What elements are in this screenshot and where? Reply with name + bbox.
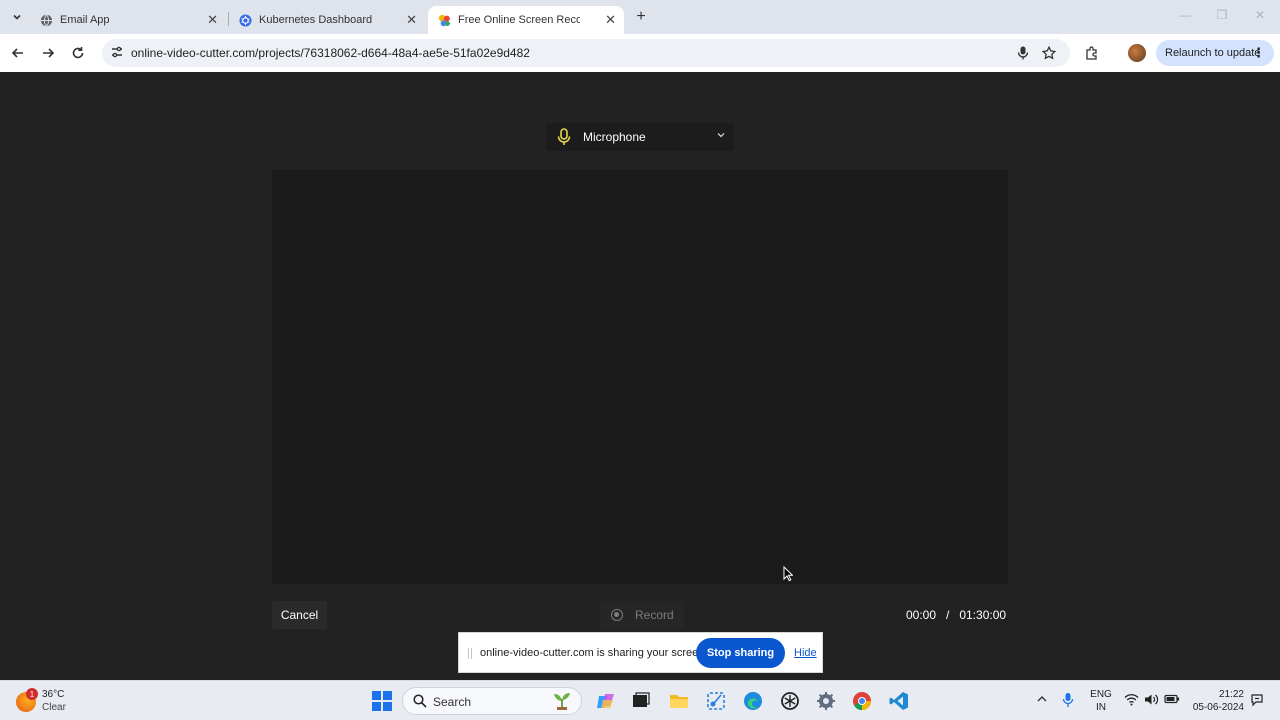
input-language[interactable]: ENG IN <box>1090 688 1112 714</box>
plant-icon <box>554 693 570 710</box>
windows-logo-icon <box>372 691 381 700</box>
timer-separator: / <box>946 608 950 622</box>
browser-toolbar: online-video-cutter.com/projects/7631806… <box>0 34 1280 72</box>
notification-bell-icon[interactable] <box>1250 693 1264 707</box>
mouse-cursor-icon <box>783 566 793 582</box>
recording-preview <box>272 170 1008 584</box>
tab-kubernetes-dashboard[interactable]: Kubernetes Dashboard ✕ <box>229 6 425 34</box>
battery-icon[interactable] <box>1164 693 1180 705</box>
hide-link[interactable]: Hide <box>794 647 817 659</box>
windows-taskbar: 1 36°C Clear Search ENG IN 21:22 05-06-2… <box>0 680 1280 720</box>
reload-button[interactable] <box>68 43 88 63</box>
kubernetes-icon <box>239 13 252 27</box>
close-icon[interactable]: ✕ <box>605 13 616 27</box>
windows-logo-icon <box>383 702 392 711</box>
star-icon <box>1042 46 1056 60</box>
snipping-tool-icon[interactable] <box>705 690 727 712</box>
microphone-tray-icon[interactable] <box>1062 692 1074 708</box>
notification-badge: 1 <box>26 688 38 700</box>
puzzle-icon <box>1086 46 1097 60</box>
microphone-icon <box>557 128 571 145</box>
stop-sharing-button[interactable]: Stop sharing <box>696 638 785 668</box>
bookmark-button[interactable] <box>1040 44 1058 62</box>
minimize-button[interactable]: — <box>1175 8 1195 22</box>
vscode-icon[interactable] <box>888 690 910 712</box>
arrow-left-icon <box>11 48 23 58</box>
recording-timer: 00:00 / 01:30:00 <box>906 608 1006 622</box>
windows-logo-icon <box>372 702 381 711</box>
record-icon <box>611 609 623 621</box>
record-button[interactable]: Record <box>600 601 684 629</box>
back-button[interactable] <box>8 43 28 63</box>
weather-widget[interactable]: 1 36°C Clear <box>16 686 76 716</box>
close-window-button[interactable]: ✕ <box>1250 8 1270 22</box>
tab-email-app[interactable]: Email App ✕ <box>30 6 226 34</box>
microphone-icon <box>1017 46 1029 60</box>
profile-avatar[interactable] <box>1128 44 1146 62</box>
file-explorer-icon[interactable] <box>668 690 690 712</box>
start-button[interactable] <box>372 691 392 711</box>
chatgpt-icon[interactable] <box>779 690 801 712</box>
weather-temperature: 36°C <box>42 689 65 700</box>
elapsed-time: 00:00 <box>906 608 937 622</box>
cancel-button[interactable]: Cancel <box>272 601 327 629</box>
tab-strip: Email App ✕ Kubernetes Dashboard ✕ Free … <box>0 0 1280 34</box>
edge-browser-icon[interactable] <box>742 690 764 712</box>
address-bar[interactable]: online-video-cutter.com/projects/7631806… <box>102 39 1070 67</box>
audio-source-dropdown[interactable]: Microphone <box>546 123 734 151</box>
clock-time: 21:22 <box>1218 689 1244 700</box>
close-icon[interactable]: ✕ <box>406 13 417 27</box>
weather-condition: Clear <box>42 702 66 713</box>
tab-label: Kubernetes Dashboard <box>259 14 373 26</box>
tab-screen-recorder[interactable]: Free Online Screen Recorder ✕ <box>428 6 624 34</box>
tab-label: Free Online Screen Recorder <box>458 14 580 26</box>
search-icon <box>413 694 427 708</box>
voice-search-button[interactable] <box>1014 44 1032 62</box>
chrome-browser-icon[interactable] <box>851 690 873 712</box>
forward-button[interactable] <box>38 43 58 63</box>
reload-icon <box>72 47 84 59</box>
windows-logo-icon <box>383 691 392 700</box>
copilot-icon[interactable] <box>595 690 617 712</box>
chevron-down-icon <box>13 14 21 20</box>
site-settings-icon[interactable] <box>110 45 124 59</box>
max-duration: 01:30:00 <box>959 608 1007 622</box>
record-label: Record <box>635 608 674 622</box>
chevron-up-icon[interactable] <box>1036 693 1048 705</box>
taskbar-search[interactable]: Search <box>402 687 582 715</box>
lang-bottom: IN <box>1096 702 1106 713</box>
drag-handle[interactable] <box>468 648 472 659</box>
screen-sharing-bar: online-video-cutter.com is sharing your … <box>458 632 823 673</box>
extensions-button[interactable] <box>1082 43 1102 63</box>
volume-icon[interactable] <box>1144 693 1159 706</box>
settings-gear-icon[interactable] <box>815 690 837 712</box>
arrow-right-icon <box>43 48 55 58</box>
wifi-icon[interactable] <box>1124 693 1139 706</box>
app-logo-icon <box>438 14 451 26</box>
clock-date: 05-06-2024 <box>1192 702 1244 713</box>
url-text: online-video-cutter.com/projects/7631806… <box>131 46 530 60</box>
task-view-icon[interactable] <box>630 690 652 712</box>
relaunch-to-update-button[interactable]: Relaunch to update ⋮ <box>1156 40 1274 66</box>
tab-label: Email App <box>60 14 110 26</box>
sharing-message: online-video-cutter.com is sharing your … <box>480 647 708 659</box>
globe-icon <box>40 14 53 26</box>
restore-button[interactable]: ❐ <box>1212 8 1232 22</box>
recorder-page: Microphone Cancel Record 00:00/01:30:00 … <box>0 72 1280 680</box>
tab-search-button[interactable] <box>6 6 28 28</box>
relaunch-label: Relaunch to update <box>1165 47 1261 59</box>
audio-source-label: Microphone <box>583 130 646 144</box>
kebab-menu-icon[interactable]: ⋮ <box>1252 45 1265 61</box>
new-tab-button[interactable]: + <box>632 8 650 26</box>
lang-top: ENG <box>1090 689 1112 700</box>
chevron-down-icon <box>717 133 725 138</box>
system-clock[interactable]: 21:22 05-06-2024 <box>1188 688 1244 714</box>
search-placeholder: Search <box>433 695 472 709</box>
close-icon[interactable]: ✕ <box>207 13 218 27</box>
